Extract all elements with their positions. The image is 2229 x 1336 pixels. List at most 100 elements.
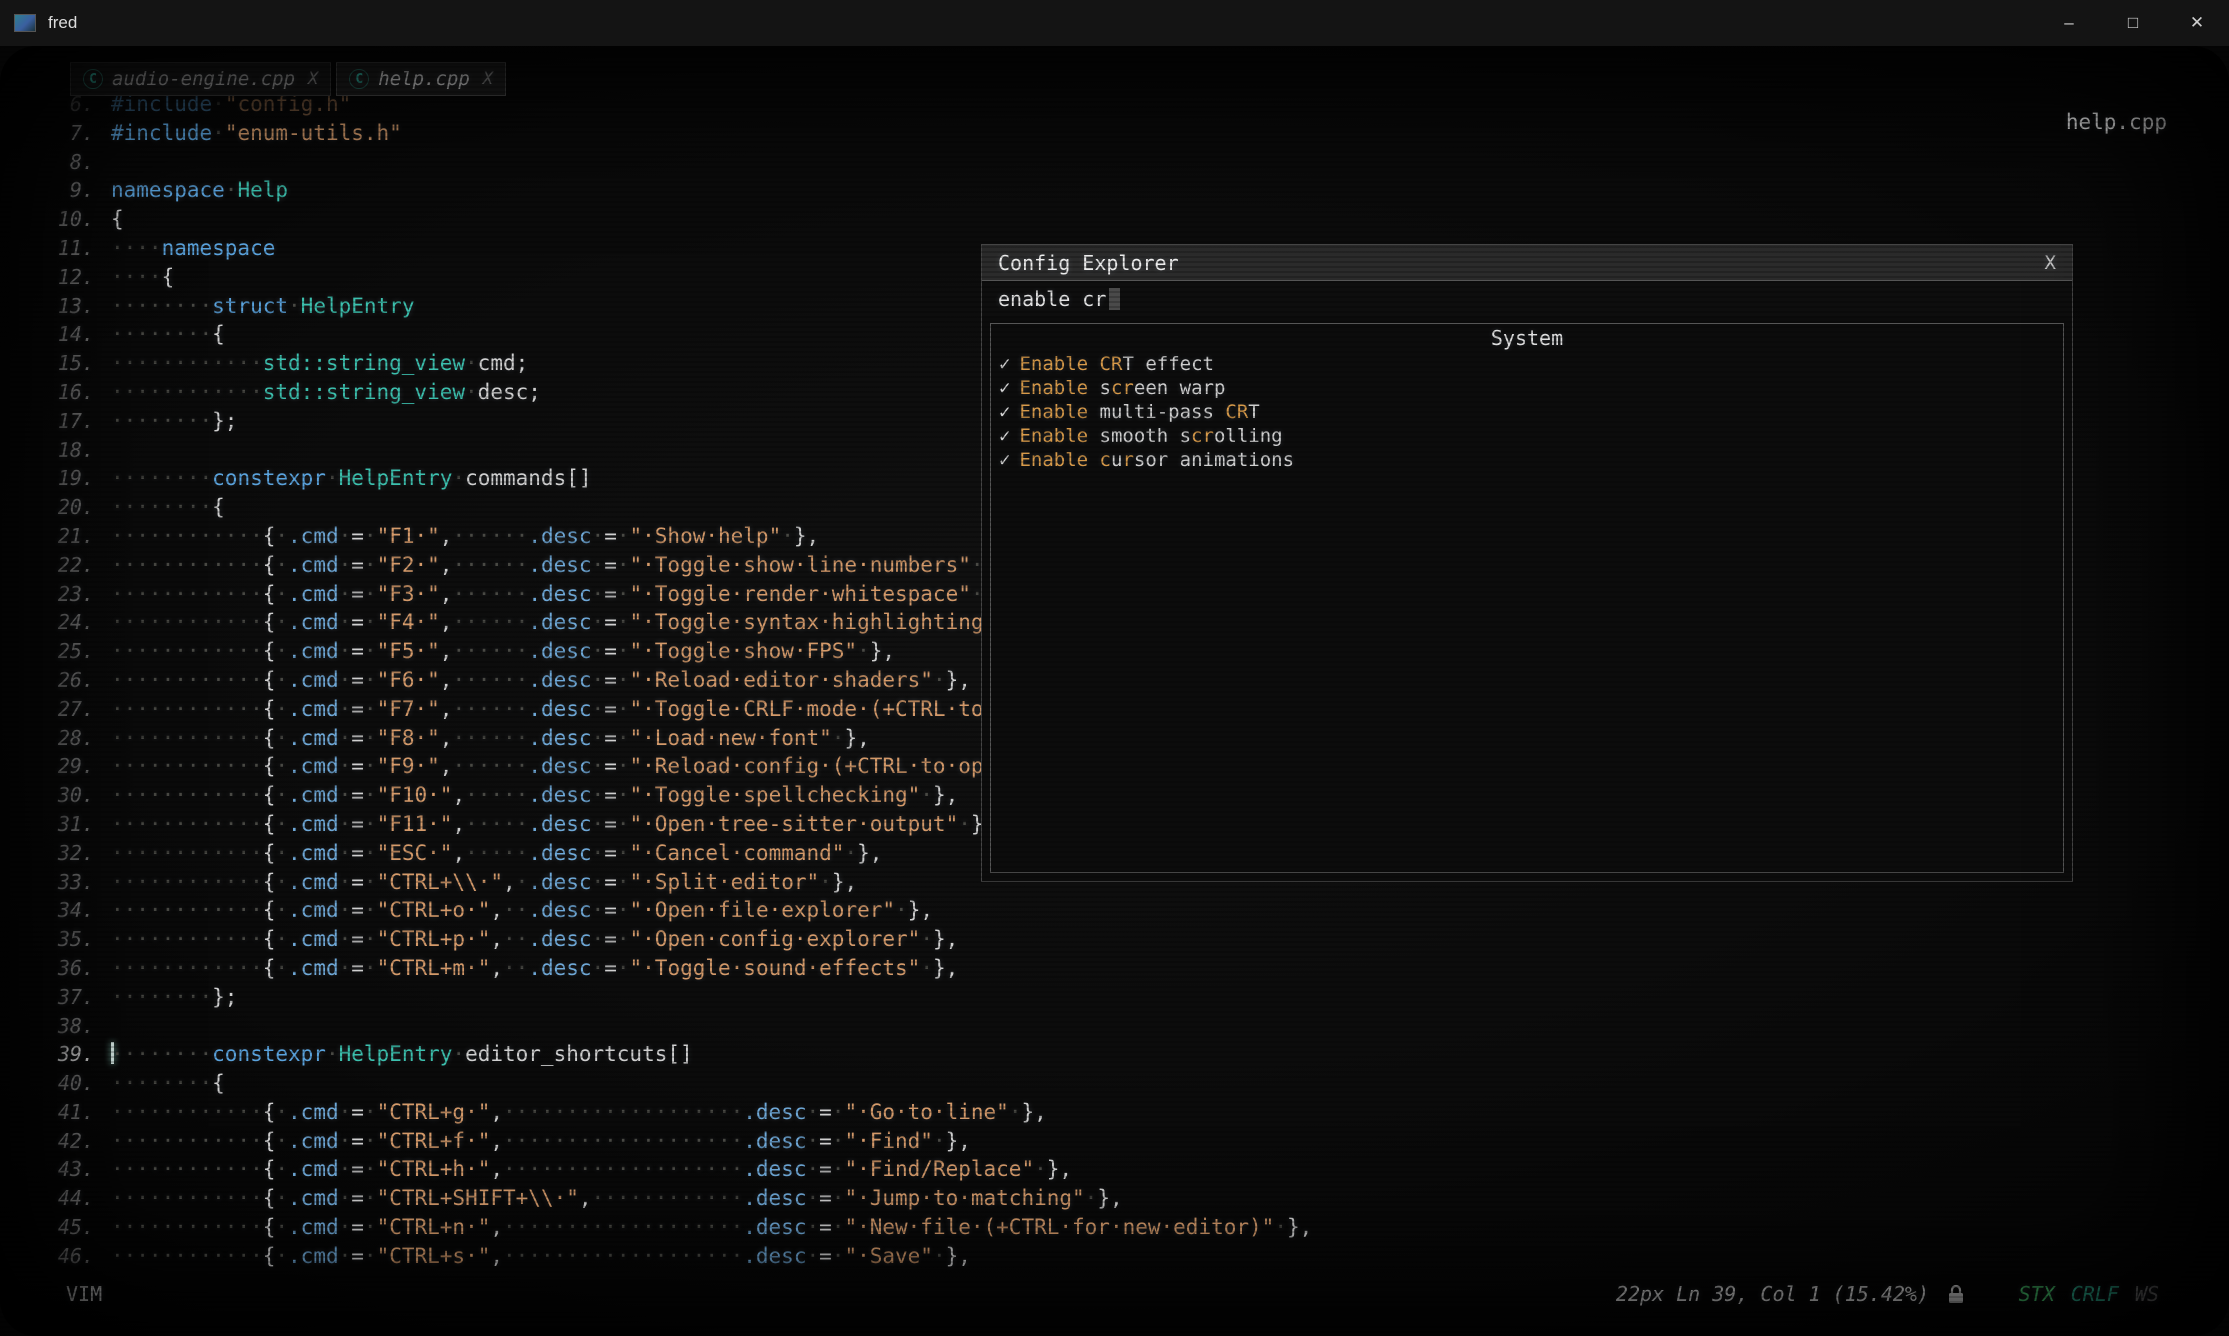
line-number: 13.: [36, 292, 111, 321]
window-title: fred: [48, 13, 77, 33]
config-item-label: Enable screen warp: [1019, 377, 1225, 399]
checkbox-checked-icon[interactable]: ✓: [999, 449, 1010, 471]
line-number: 19.: [36, 464, 111, 493]
line-number: 39.: [36, 1040, 111, 1069]
code-line[interactable]: 41.············{·.cmd·=·"CTRL+g·",······…: [36, 1098, 2199, 1127]
code-text: ············{·.cmd·=·"F8·",······.desc·=…: [111, 724, 870, 753]
line-number: 42.: [36, 1127, 111, 1156]
config-item[interactable]: ✓Enable cursor animations: [991, 448, 2063, 472]
code-text: ············{·.cmd·=·"F7·",······.desc·=…: [111, 695, 1123, 724]
checkbox-checked-icon[interactable]: ✓: [999, 425, 1010, 447]
code-line[interactable]: 36.············{·.cmd·=·"CTRL+m·",··.des…: [36, 954, 2199, 983]
window-titlebar: fred – □ ✕: [0, 0, 2229, 46]
code-line[interactable]: 45.············{·.cmd·=·"CTRL+n·",······…: [36, 1213, 2199, 1242]
tab-audio-engine-cpp[interactable]: Caudio-engine.cppX: [70, 62, 331, 96]
line-number: 24.: [36, 608, 111, 637]
line-number: 14.: [36, 320, 111, 349]
code-line[interactable]: 43.············{·.cmd·=·"CTRL+h·",······…: [36, 1155, 2199, 1184]
minimize-button[interactable]: –: [2037, 0, 2101, 46]
line-number: 32.: [36, 839, 111, 868]
code-text: ············{·.cmd·=·"F5·",······.desc·=…: [111, 637, 895, 666]
tab-help-cpp[interactable]: Chelp.cppX: [336, 62, 506, 96]
config-item-label: Enable multi-pass CRT: [1019, 401, 1259, 423]
code-text: ········{: [111, 1069, 225, 1098]
code-line[interactable]: 10.{: [36, 205, 2199, 234]
config-search-input[interactable]: enable cr: [982, 281, 2072, 316]
code-line[interactable]: 46.············{·.cmd·=·"CTRL+s·",······…: [36, 1242, 2199, 1271]
line-number: 22.: [36, 551, 111, 580]
config-list-box: System ✓ Enable CRT effect ✓ Enable screen …: [990, 323, 2064, 873]
config-item[interactable]: ✓ Enable CRT effect: [991, 352, 2063, 376]
code-line[interactable]: 7.#include·"enum-utils.h": [36, 119, 2199, 148]
config-item-label: Enable CRT effect: [1019, 353, 1214, 375]
config-item-list: ✓Enable CRT effect✓Enable screen warp✓En…: [991, 352, 2063, 472]
status-flag-ws: WS: [2135, 1282, 2159, 1306]
config-search-query: enable cr: [998, 287, 1106, 311]
line-number: 8.: [36, 148, 111, 177]
code-line[interactable]: 34.············{·.cmd·=·"CTRL+o·",··.des…: [36, 896, 2199, 925]
line-number: 29.: [36, 752, 111, 781]
code-text: ············{·.cmd·=·"CTRL+SHIFT+\\·",··…: [111, 1184, 1123, 1213]
line-number: 15.: [36, 349, 111, 378]
config-item[interactable]: ✓ Enable multi-pass CRT: [991, 400, 2063, 424]
cursor-position-info: 22px Ln 39, Col 1 (15.42%): [1616, 1282, 1929, 1306]
line-number: 11.: [36, 234, 111, 263]
code-line[interactable]: 38.: [36, 1012, 2199, 1041]
code-text: ············{·.cmd·=·"CTRL+o·",··.desc·=…: [111, 896, 933, 925]
code-text: ············{·.cmd·=·"ESC·",·····.desc·=…: [111, 839, 882, 868]
code-text: ············{·.cmd·=·"F2·",······.desc·=…: [111, 551, 1009, 580]
line-number: 7.: [36, 119, 111, 148]
line-number: 18.: [36, 436, 111, 465]
code-text: namespace·Help: [111, 176, 288, 205]
code-text: ············{·.cmd·=·"F1·",······.desc·=…: [111, 522, 819, 551]
tab-label: help.cpp: [378, 68, 470, 90]
checkbox-checked-icon[interactable]: ✓: [999, 377, 1010, 399]
tab-close-icon[interactable]: X: [483, 69, 493, 89]
line-number: 25.: [36, 637, 111, 666]
code-text: ············{·.cmd·=·"F11·",·····.desc·=…: [111, 810, 996, 839]
code-line[interactable]: 37.········};: [36, 983, 2199, 1012]
config-item-label: Enable smooth scrolling: [1019, 425, 1282, 447]
code-text: ············{·.cmd·=·"CTRL+s·",·········…: [111, 1242, 971, 1271]
code-text: ············std::string_view·desc;: [111, 378, 541, 407]
search-caret: [1109, 288, 1120, 310]
maximize-button[interactable]: □: [2101, 0, 2165, 46]
code-line[interactable]: 44.············{·.cmd·=·"CTRL+SHIFT+\\·"…: [36, 1184, 2199, 1213]
config-item[interactable]: ✓ Enable screen warp: [991, 376, 2063, 400]
tab-bar: Caudio-engine.cppXChelp.cppX: [70, 62, 506, 96]
config-explorer-titlebar: Config Explorer X: [982, 245, 2072, 281]
code-line[interactable]: 39.········constexpr·HelpEntry·editor_sh…: [36, 1040, 2199, 1069]
line-number: 12.: [36, 263, 111, 292]
checkbox-checked-icon[interactable]: ✓: [999, 353, 1010, 375]
status-flag-crlf: CRLF: [2071, 1282, 2119, 1306]
line-number: 26.: [36, 666, 111, 695]
code-text: ············{·.cmd·=·"F3·",······.desc·=…: [111, 580, 1009, 609]
config-item[interactable]: ✓ Enable smooth scrolling: [991, 424, 2063, 448]
code-text: ········constexpr·HelpEntry·editor_short…: [111, 1040, 693, 1069]
line-number: 28.: [36, 724, 111, 753]
line-number: 33.: [36, 868, 111, 897]
code-line[interactable]: 35.············{·.cmd·=·"CTRL+p·",··.des…: [36, 925, 2199, 954]
code-text: ············{·.cmd·=·"F10·",·····.desc·=…: [111, 781, 958, 810]
code-text: ········constexpr·HelpEntry·commands[]: [111, 464, 592, 493]
code-text: ········struct·HelpEntry: [111, 292, 414, 321]
code-line[interactable]: 9.namespace·Help: [36, 176, 2199, 205]
close-button[interactable]: ✕: [2165, 0, 2229, 46]
code-text: ········{: [111, 493, 225, 522]
line-number: 45.: [36, 1213, 111, 1242]
code-text: ········};: [111, 983, 237, 1012]
window-controls: – □ ✕: [2037, 0, 2229, 46]
filename-overlay: help.cpp: [2066, 110, 2167, 134]
code-text: ············{·.cmd·=·"CTRL+m·",··.desc·=…: [111, 954, 958, 983]
checkbox-checked-icon[interactable]: ✓: [999, 401, 1010, 423]
config-section-header: System: [991, 324, 2063, 352]
code-line[interactable]: 8.: [36, 148, 2199, 177]
code-line[interactable]: 40.········{: [36, 1069, 2199, 1098]
dialog-close-icon[interactable]: X: [2045, 252, 2056, 274]
tab-close-icon[interactable]: X: [308, 69, 318, 89]
config-explorer-dialog: Config Explorer X enable cr System ✓Enab…: [981, 244, 2073, 882]
line-number: 46.: [36, 1242, 111, 1271]
code-line[interactable]: 42.············{·.cmd·=·"CTRL+f·",······…: [36, 1127, 2199, 1156]
line-number: 23.: [36, 580, 111, 609]
line-number: 41.: [36, 1098, 111, 1127]
